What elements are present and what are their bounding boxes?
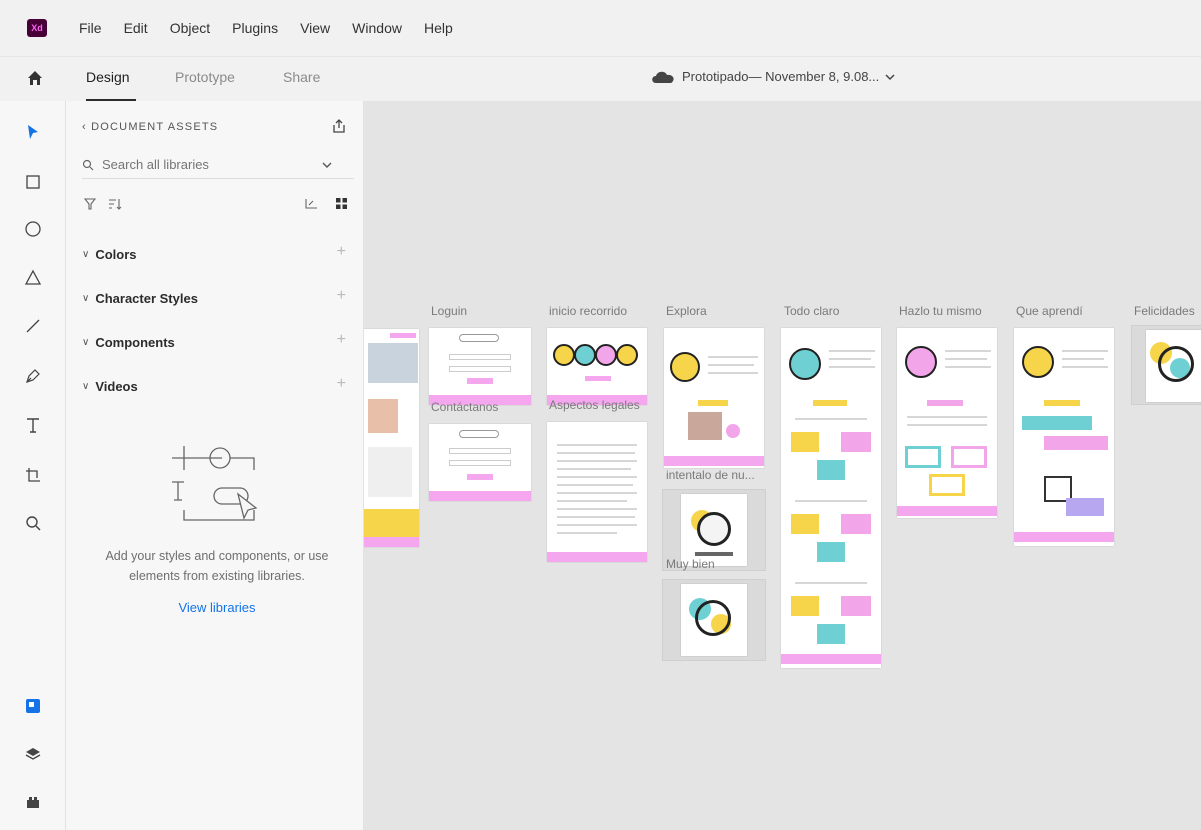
artboard-felicidades[interactable] [1146,330,1201,402]
section-character-styles[interactable]: ∨ Character Styles + [82,287,346,309]
section-components[interactable]: ∨ Components + [82,331,346,353]
artboard-todo-claro[interactable] [781,328,881,668]
xd-logo: Xd [27,19,47,37]
artboard-label-intentalo[interactable]: intentalo de nu... [666,468,755,482]
pen-icon[interactable] [22,365,44,387]
artboard-label-felicidades[interactable]: Felicidades [1134,304,1195,318]
artboard-inicio-recorrido[interactable] [547,328,647,405]
menu-window[interactable]: Window [352,20,402,36]
search-icon [82,159,94,170]
chevron-down-icon: ∨ [82,336,90,348]
artboard-label-hazlo[interactable]: Hazlo tu mismo [899,304,982,318]
assets-icon[interactable] [22,695,44,717]
sort-icon[interactable] [108,198,122,210]
menu-file[interactable]: File [79,20,102,36]
add-color-icon[interactable]: + [337,243,346,261]
empty-assets-illustration [172,446,258,521]
chevron-down-icon [885,73,895,80]
text-icon[interactable] [22,414,44,436]
tab-design[interactable]: Design [86,69,130,85]
chevron-down-icon: ∨ [82,248,90,260]
document-title[interactable]: Prototipado— November 8, 9.08... [650,69,895,84]
artboard-muy-bien[interactable] [681,584,747,656]
select-icon[interactable] [22,121,44,143]
add-character-style-icon[interactable]: + [337,287,346,305]
section-components-label: Components [95,334,175,350]
chevron-left-icon: ‹ [82,121,92,133]
design-canvas[interactable]: Loguin Contáctanos inicio recorrido Aspe… [364,101,1201,830]
plugins-icon[interactable] [22,791,44,813]
filter-row [82,196,354,216]
menu-view[interactable]: View [300,20,330,36]
mode-tab-bar: Design Prototype Share Prototipado— Nove… [0,56,1201,101]
empty-assets-text: Add your styles and components, or use e… [105,549,329,583]
add-component-icon[interactable]: + [337,331,346,349]
search-input[interactable] [102,157,322,172]
artboard-label-loguin[interactable]: Loguin [431,304,467,318]
artboard-label-que-aprendi[interactable]: Que aprendí [1016,304,1083,318]
artboard-label-inicio[interactable]: inicio recorrido [549,304,627,318]
artboard-que-aprendi[interactable] [1014,328,1114,546]
assets-panel: ‹ DOCUMENT ASSETS Search all libraries ∨… [66,101,364,830]
menu-items: File Edit Object Plugins View Window Hel… [79,20,475,36]
menu-edit[interactable]: Edit [124,20,148,36]
zoom-icon[interactable] [22,512,44,534]
add-video-icon[interactable]: + [337,375,346,393]
line-icon[interactable] [22,315,44,337]
section-videos[interactable]: ∨ Videos + [82,375,346,397]
assets-header[interactable]: ‹ DOCUMENT ASSETS [82,121,218,133]
artboard-explora[interactable] [664,328,764,468]
polygon-icon[interactable] [22,267,44,289]
artboard-icon[interactable] [22,464,44,486]
chevron-down-icon: ∨ [82,380,90,392]
artboard-label-muy-bien[interactable]: Muy bien [666,557,715,571]
section-colors[interactable]: ∨ Colors + [82,243,346,265]
xd-app: Xd File Edit Object Plugins View Window … [0,0,1201,830]
filter-icon[interactable] [84,198,96,210]
document-title-text: Prototipado— November 8, 9.08... [682,69,880,84]
artboard-hazlo-tu-mismo[interactable] [897,328,997,518]
artboard-felicidades-frame[interactable] [1131,325,1201,405]
menu-help[interactable]: Help [424,20,453,36]
artboard-muy-bien-frame[interactable] [662,579,766,661]
library-search [82,151,354,179]
section-videos-label: Videos [95,378,138,394]
artboard-aspectos-legales[interactable] [547,422,647,562]
menu-plugins[interactable]: Plugins [232,20,278,36]
layers-icon[interactable] [22,743,44,765]
list-view-icon[interactable] [304,198,318,210]
menu-object[interactable]: Object [170,20,210,36]
grid-view-icon[interactable] [335,197,348,210]
artboard-label-explora[interactable]: Explora [666,304,707,318]
artboard-label-todo-claro[interactable]: Todo claro [784,304,839,318]
cloud-icon [652,71,674,83]
section-colors-label: Colors [95,246,137,262]
tab-prototype[interactable]: Prototype [175,69,235,85]
section-character-styles-label: Character Styles [95,290,198,306]
tools-toolbar [0,101,66,830]
export-icon[interactable] [331,118,347,134]
artboard-label-aspectos[interactable]: Aspectos legales [549,398,640,412]
chevron-down-icon: ∨ [82,292,90,304]
tab-share[interactable]: Share [283,69,320,85]
view-libraries-link[interactable]: View libraries [82,600,352,615]
artboard-label-contactanos[interactable]: Contáctanos [431,400,498,414]
artboard-partial[interactable] [364,329,419,547]
rectangle-icon[interactable] [22,171,44,193]
artboard-intentalo[interactable] [681,494,747,566]
menu-bar: Xd File Edit Object Plugins View Window … [0,0,1201,56]
ellipse-icon[interactable] [22,218,44,240]
artboard-contactanos[interactable] [429,424,531,501]
home-icon[interactable] [26,69,44,87]
artboard-loguin[interactable] [429,328,531,405]
chevron-down-icon[interactable] [322,161,332,169]
